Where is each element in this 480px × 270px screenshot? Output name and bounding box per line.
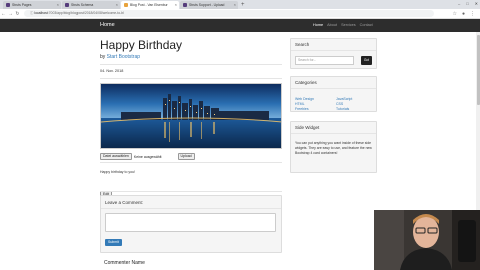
file-upload-row: Datei auswählen Keine ausgewählt Upload: [100, 153, 195, 160]
commenter-name-heading: Commenter Name: [104, 260, 145, 266]
comment-card-title: Leave a Comment:: [105, 200, 144, 205]
categories-right-column: JavaScript CSS Tutorials: [336, 97, 352, 111]
divider: [100, 162, 282, 163]
search-widget: Search Search for... Go!: [290, 38, 377, 69]
side-widget: Side Widget You can put anything you wan…: [290, 121, 377, 173]
nav-link-services[interactable]: Services: [341, 22, 356, 29]
search-input[interactable]: Search for...: [295, 56, 355, 65]
navbar-brand[interactable]: Home: [100, 22, 115, 29]
upload-button[interactable]: Upload: [177, 153, 195, 160]
tab-favicon-icon: [183, 3, 187, 7]
nav-link-home[interactable]: Home: [313, 22, 323, 29]
url-field[interactable]: ⓘ localhost:7003/app/blog/blogpost/2018/…: [24, 10, 434, 17]
close-tab-icon[interactable]: ×: [116, 1, 118, 9]
browser-tabbar: Struts Pages × Struts Schema × Blog Post -…: [0, 0, 480, 9]
presenter-video-image: [374, 210, 480, 270]
post-image: [100, 83, 282, 149]
close-tab-icon[interactable]: ×: [234, 1, 236, 9]
back-icon[interactable]: ←: [0, 11, 7, 17]
categories-widget: Categories Web Design HTML Freebies Java…: [290, 76, 377, 112]
navbar-links: Home About Services Contact: [313, 22, 373, 29]
divider: [291, 50, 376, 51]
categories-left-column: Web Design HTML Freebies: [295, 97, 314, 111]
post-date: 04. Nov. 2018: [100, 69, 124, 73]
side-widget-text: You can put anything you want inside of …: [295, 141, 372, 155]
category-link[interactable]: Tutorials: [336, 107, 352, 111]
divider: [291, 88, 376, 89]
divider: [101, 208, 281, 209]
url-host: localhost: [34, 11, 48, 15]
browser-tab[interactable]: Struts Schema ×: [62, 1, 120, 9]
divider: [100, 64, 282, 65]
site-navbar: Home Home About Services Contact: [0, 19, 480, 32]
byline-prefix: by: [100, 54, 106, 60]
side-widget-title: Side Widget: [295, 125, 320, 130]
submit-button[interactable]: Submit: [105, 239, 122, 246]
browser-tab-active[interactable]: Blog Post - Van Elsenbur ×: [121, 1, 179, 9]
comment-textarea[interactable]: [105, 213, 276, 232]
reload-icon[interactable]: ↻: [14, 11, 21, 17]
close-tab-icon[interactable]: ×: [57, 1, 59, 9]
post-byline: by Start Bootstrap: [100, 54, 140, 60]
minimize-icon[interactable]: –: [458, 1, 460, 6]
browser-tab[interactable]: Struts Pages ×: [3, 1, 61, 9]
tab-favicon-icon: [65, 3, 69, 7]
search-go-button[interactable]: Go!: [361, 56, 372, 65]
divider: [100, 78, 282, 79]
categories-widget-title: Categories: [295, 80, 317, 85]
search-widget-title: Search: [295, 42, 310, 47]
author-link[interactable]: Start Bootstrap: [107, 54, 140, 60]
category-link[interactable]: CSS: [336, 102, 352, 106]
divider: [291, 133, 376, 134]
url-path: :7003/app/blog/blogpost/2018/04/08/welco…: [47, 11, 124, 15]
category-link[interactable]: JavaScript: [336, 97, 352, 101]
star-icon[interactable]: ☆: [452, 11, 456, 17]
no-file-label: Keine ausgewählt: [133, 154, 162, 159]
comment-card: Leave a Comment: Submit: [100, 195, 282, 253]
maximize-icon[interactable]: □: [466, 1, 468, 6]
category-link[interactable]: Freebies: [295, 107, 314, 111]
profile-icon[interactable]: ●: [462, 11, 465, 17]
menu-icon[interactable]: ⋮: [470, 11, 475, 17]
forward-icon[interactable]: →: [7, 11, 14, 17]
address-bar-actions: ☆ ● ⋮: [452, 11, 480, 17]
new-tab-button[interactable]: +: [241, 1, 245, 9]
close-tab-icon[interactable]: ×: [175, 1, 177, 9]
tab-favicon-icon: [124, 3, 128, 7]
window-controls: – □ ✕: [458, 1, 478, 6]
post-body: Happy birthday to you!: [100, 170, 136, 174]
post-title: Happy Birthday: [100, 38, 183, 52]
browser-tab[interactable]: Struts Support - Upload ×: [180, 1, 238, 9]
nav-link-about[interactable]: About: [327, 22, 337, 29]
webcam-overlay: [374, 210, 480, 270]
close-window-icon[interactable]: ✕: [475, 1, 478, 6]
nav-link-contact[interactable]: Contact: [360, 22, 373, 29]
category-link[interactable]: Web Design: [295, 97, 314, 101]
choose-file-button[interactable]: Datei auswählen: [100, 153, 132, 160]
address-bar-row: ← → ↻ ⓘ localhost:7003/app/blog/blogpost…: [0, 9, 480, 19]
tab-favicon-icon: [6, 3, 10, 7]
category-link[interactable]: HTML: [295, 102, 314, 106]
city-skyline-image: [101, 84, 281, 148]
